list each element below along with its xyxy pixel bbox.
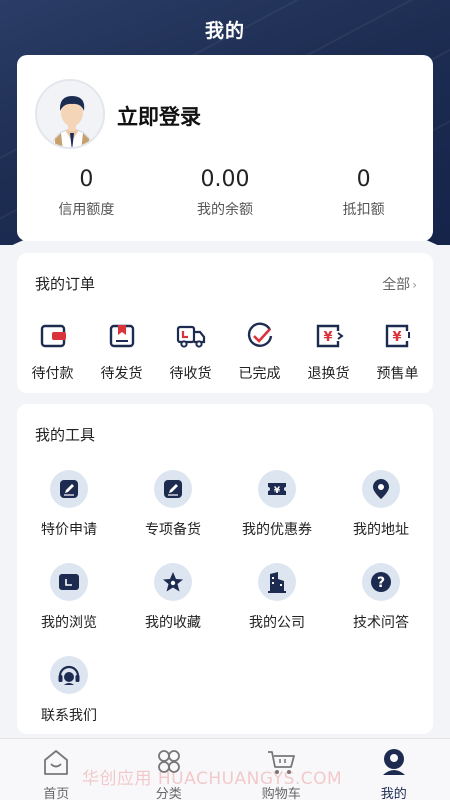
location-icon: [373, 479, 389, 499]
headset-icon: [58, 665, 80, 685]
order-label: 已完成: [238, 366, 281, 382]
account-stats: 0 信用额度 0.00 我的余额 0 抵扣额: [17, 167, 433, 219]
tab-profile[interactable]: 我的: [338, 739, 450, 800]
svg-text:¥: ¥: [392, 330, 401, 345]
order-label: 待发货: [100, 366, 143, 382]
order-pending-receipt[interactable]: 待收货: [156, 321, 225, 383]
svg-text:¥: ¥: [274, 486, 281, 496]
stat-value: 0: [356, 167, 371, 192]
tab-cart[interactable]: 购物车: [225, 739, 338, 800]
stat-label: 抵扣额: [342, 202, 385, 218]
order-pending-shipment[interactable]: 待发货: [87, 321, 156, 383]
tool-special-stock[interactable]: 专项备货: [121, 470, 225, 563]
yuan-return-icon: ¥: [316, 324, 344, 348]
check-circle-icon: [247, 322, 272, 347]
tools-card: 我的工具 特价申请 专项备货 ¥ 我的优惠券 我的地址 我的浏览 我的收藏 我的…: [17, 404, 433, 734]
avatar[interactable]: [35, 79, 105, 149]
edit-icon: [164, 480, 182, 498]
tool-label: 我的公司: [249, 615, 305, 631]
tool-coupons[interactable]: ¥ 我的优惠券: [225, 470, 329, 563]
order-pending-payment[interactable]: 待付款: [18, 321, 87, 383]
order-label: 待付款: [31, 366, 74, 382]
bottom-tab-bar: 首页 分类 购物车 我的: [0, 738, 450, 800]
order-returns[interactable]: ¥ 退换货: [294, 321, 363, 383]
tool-history[interactable]: 我的浏览: [17, 563, 121, 656]
question-icon: ?: [371, 572, 391, 592]
chevron-right-icon: ›: [412, 278, 417, 292]
page-title: 我的: [204, 20, 245, 42]
tool-company[interactable]: 我的公司: [225, 563, 329, 656]
tab-label: 购物车: [261, 787, 301, 800]
box-icon: [109, 324, 134, 348]
tab-label: 我的: [380, 787, 407, 800]
tab-category[interactable]: 分类: [113, 739, 226, 800]
profile-card: 立即登录 0 信用额度 0.00 我的余额 0 抵扣额: [17, 55, 433, 241]
tool-label: 我的收藏: [145, 615, 201, 631]
history-icon: [59, 574, 79, 590]
cart-icon: [268, 751, 296, 774]
profile-icon: [382, 749, 405, 775]
order-presale[interactable]: ¥ 预售单: [363, 321, 432, 383]
wallet-icon: [40, 324, 66, 348]
tab-label: 分类: [155, 787, 182, 800]
tool-label: 技术问答: [353, 615, 409, 631]
avatar-person-icon: [37, 81, 103, 147]
tool-favorites[interactable]: 我的收藏: [121, 563, 225, 656]
orders-title: 我的订单: [35, 275, 96, 293]
tab-label: 首页: [43, 787, 70, 800]
star-icon: [163, 572, 183, 592]
tool-label: 特价申请: [41, 522, 97, 538]
login-button[interactable]: 立即登录: [117, 101, 201, 131]
order-completed[interactable]: 已完成: [225, 321, 294, 383]
edit-icon: [60, 480, 78, 498]
order-label: 待收货: [169, 366, 212, 382]
svg-text:¥: ¥: [323, 330, 332, 345]
svg-text:?: ?: [377, 575, 385, 591]
tool-label: 专项备货: [145, 522, 201, 538]
building-icon: [268, 572, 286, 593]
orders-card: 我的订单 全部 › 待付款 待发货 待收货 已完成 ¥ 退换货 ¥ 预售单: [17, 253, 433, 393]
order-label: 退换货: [307, 366, 350, 382]
tool-label: 我的浏览: [41, 615, 97, 631]
stat-value: 0.00: [200, 167, 250, 192]
view-all-label: 全部: [382, 277, 411, 293]
tool-label: 我的地址: [353, 522, 409, 538]
tool-label: 联系我们: [41, 708, 97, 724]
yuan-presale-icon: ¥: [385, 324, 410, 348]
order-label: 预售单: [376, 366, 419, 382]
stat-credit-limit[interactable]: 0 信用额度: [17, 167, 156, 219]
category-icon: [157, 750, 180, 773]
coupon-icon: ¥: [268, 483, 286, 496]
tool-tech-qa[interactable]: ? 技术问答: [329, 563, 433, 656]
home-icon: [44, 750, 69, 775]
tool-label: 我的优惠券: [242, 522, 312, 538]
tab-home[interactable]: 首页: [0, 739, 113, 800]
stat-label: 我的余额: [197, 202, 253, 218]
stat-value: 0: [79, 167, 94, 192]
tools-title: 我的工具: [35, 426, 96, 444]
view-all-orders-link[interactable]: 全部 ›: [382, 274, 417, 294]
truck-icon: [176, 325, 205, 348]
tool-contact-us[interactable]: 联系我们: [17, 656, 121, 749]
stat-balance[interactable]: 0.00 我的余额: [156, 167, 295, 219]
tool-special-price[interactable]: 特价申请: [17, 470, 121, 563]
stat-label: 信用额度: [58, 202, 115, 218]
tool-address[interactable]: 我的地址: [329, 470, 433, 563]
stat-deduction[interactable]: 0 抵扣额: [294, 167, 433, 219]
